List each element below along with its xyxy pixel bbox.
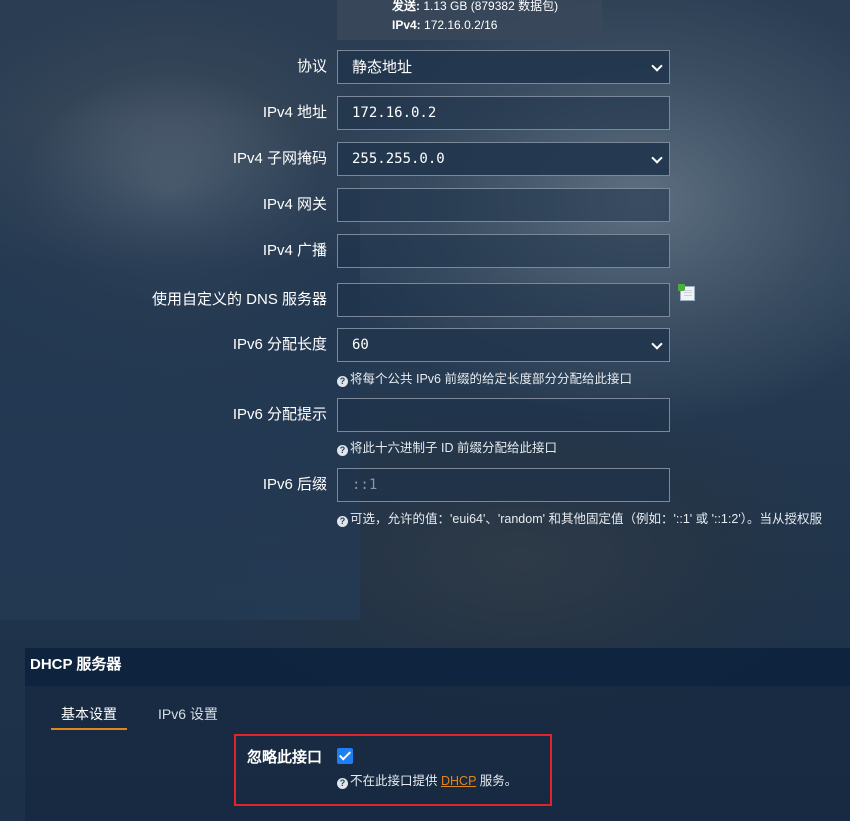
protocol-label: 协议 [296, 58, 327, 75]
help-icon: ? [337, 516, 348, 527]
ipv6-assign-hint-hint: ? 将此十六进制子 ID 前缀分配给此接口 [337, 439, 557, 457]
ipv6-assign-length-select[interactable]: 60 [337, 328, 670, 362]
stats-ipv4: IPv4: 172.16.0.2/16 [392, 18, 497, 32]
ipv6-assign-length-value: 60 [352, 337, 369, 353]
ipv6-assign-hint-input[interactable] [337, 398, 670, 432]
ipv4-gateway-row: IPv4 网关 [0, 188, 850, 222]
help-icon: ? [337, 778, 348, 789]
ipv4-gateway-input[interactable] [337, 188, 670, 222]
help-icon: ? [337, 376, 348, 387]
ipv4-address-label: IPv4 地址 [262, 104, 327, 121]
dhcp-link[interactable]: DHCP [441, 774, 476, 788]
custom-dns-row: 使用自定义的 DNS 服务器 [0, 283, 850, 317]
interface-stats-card: 发送: 1.13 GB (879382 数据包) IPv4: 172.16.0.… [337, 0, 602, 40]
stats-sent-label: 发送: [392, 0, 420, 13]
ipv6-assign-hint-hint-text: 将此十六进制子 ID 前缀分配给此接口 [350, 441, 557, 455]
ipv4-netmask-row: IPv4 子网掩码 255.255.0.0 [0, 142, 850, 176]
stats-sent: 发送: 1.13 GB (879382 数据包) [392, 0, 558, 13]
protocol-row: 协议 静态地址 [0, 50, 850, 84]
ignore-interface-hint-text: 不在此接口提供 [350, 774, 438, 788]
tab-ipv6-settings-label: IPv6 设置 [158, 706, 218, 722]
ignore-interface-label: 忽略此接口 [247, 749, 323, 766]
custom-dns-label: 使用自定义的 DNS 服务器 [151, 291, 327, 308]
ipv6-suffix-input[interactable]: ::1 [337, 468, 670, 502]
ipv6-suffix-row: IPv6 后缀 ::1 [0, 468, 850, 502]
ipv4-address-value: 172.16.0.2 [352, 105, 437, 121]
stats-ipv4-value: 172.16.0.2/16 [424, 18, 498, 32]
custom-dns-input[interactable] [337, 283, 670, 317]
ignore-interface-hint: ? 不在此接口提供 DHCP 服务。 [337, 772, 517, 790]
ipv4-address-input[interactable]: 172.16.0.2 [337, 96, 670, 130]
ipv4-netmask-select[interactable]: 255.255.0.0 [337, 142, 670, 176]
ipv6-assign-hint-label: IPv6 分配提示 [232, 406, 327, 423]
highlight-box [234, 734, 552, 806]
ignore-interface-hint-suffix: 服务。 [479, 774, 518, 788]
add-entry-icon[interactable] [678, 284, 695, 301]
tab-basic-settings-label: 基本设置 [61, 706, 117, 722]
ipv6-suffix-hint: ? 可选，允许的值：'eui64'、'random' 和其他固定值（例如：'::1… [337, 510, 822, 528]
ipv6-assign-length-hint: ? 将每个公共 IPv6 前缀的给定长度部分分配给此接口 [337, 370, 632, 388]
protocol-select-value: 静态地址 [352, 58, 413, 76]
help-icon: ? [337, 445, 348, 456]
ipv4-broadcast-row: IPv4 广播 [0, 234, 850, 268]
ipv4-broadcast-label: IPv4 广播 [262, 242, 327, 259]
protocol-select[interactable]: 静态地址 [337, 50, 670, 84]
ipv6-assign-length-label: IPv6 分配长度 [232, 336, 327, 353]
ipv6-assign-length-hint-text: 将每个公共 IPv6 前缀的给定长度部分分配给此接口 [350, 372, 632, 386]
ipv4-broadcast-input[interactable] [337, 234, 670, 268]
chevron-down-icon [651, 152, 663, 164]
chevron-down-icon [651, 338, 663, 350]
ipv6-suffix-placeholder: ::1 [352, 477, 378, 493]
ipv4-gateway-label: IPv4 网关 [262, 196, 327, 213]
ignore-interface-checkbox[interactable] [337, 748, 353, 764]
ipv6-suffix-label: IPv6 后缀 [262, 476, 327, 493]
tab-ipv6-settings[interactable]: IPv6 设置 [158, 706, 218, 730]
stats-ipv4-label: IPv4: [392, 18, 421, 32]
dhcp-section-title: DHCP 服务器 [25, 648, 850, 686]
ipv6-assign-length-row: IPv6 分配长度 60 [0, 328, 850, 362]
chevron-down-icon [651, 60, 663, 72]
ipv4-netmask-label: IPv4 子网掩码 [232, 150, 327, 167]
ipv4-address-row: IPv4 地址 172.16.0.2 [0, 96, 850, 130]
ipv6-suffix-hint-text: 可选，允许的值：'eui64'、'random' 和其他固定值（例如：'::1'… [350, 512, 822, 526]
ipv6-assign-hint-row: IPv6 分配提示 [0, 398, 850, 432]
tab-basic-settings[interactable]: 基本设置 [51, 706, 127, 730]
ipv4-netmask-value: 255.255.0.0 [352, 151, 445, 167]
stats-sent-value: 1.13 GB (879382 数据包) [423, 0, 559, 13]
